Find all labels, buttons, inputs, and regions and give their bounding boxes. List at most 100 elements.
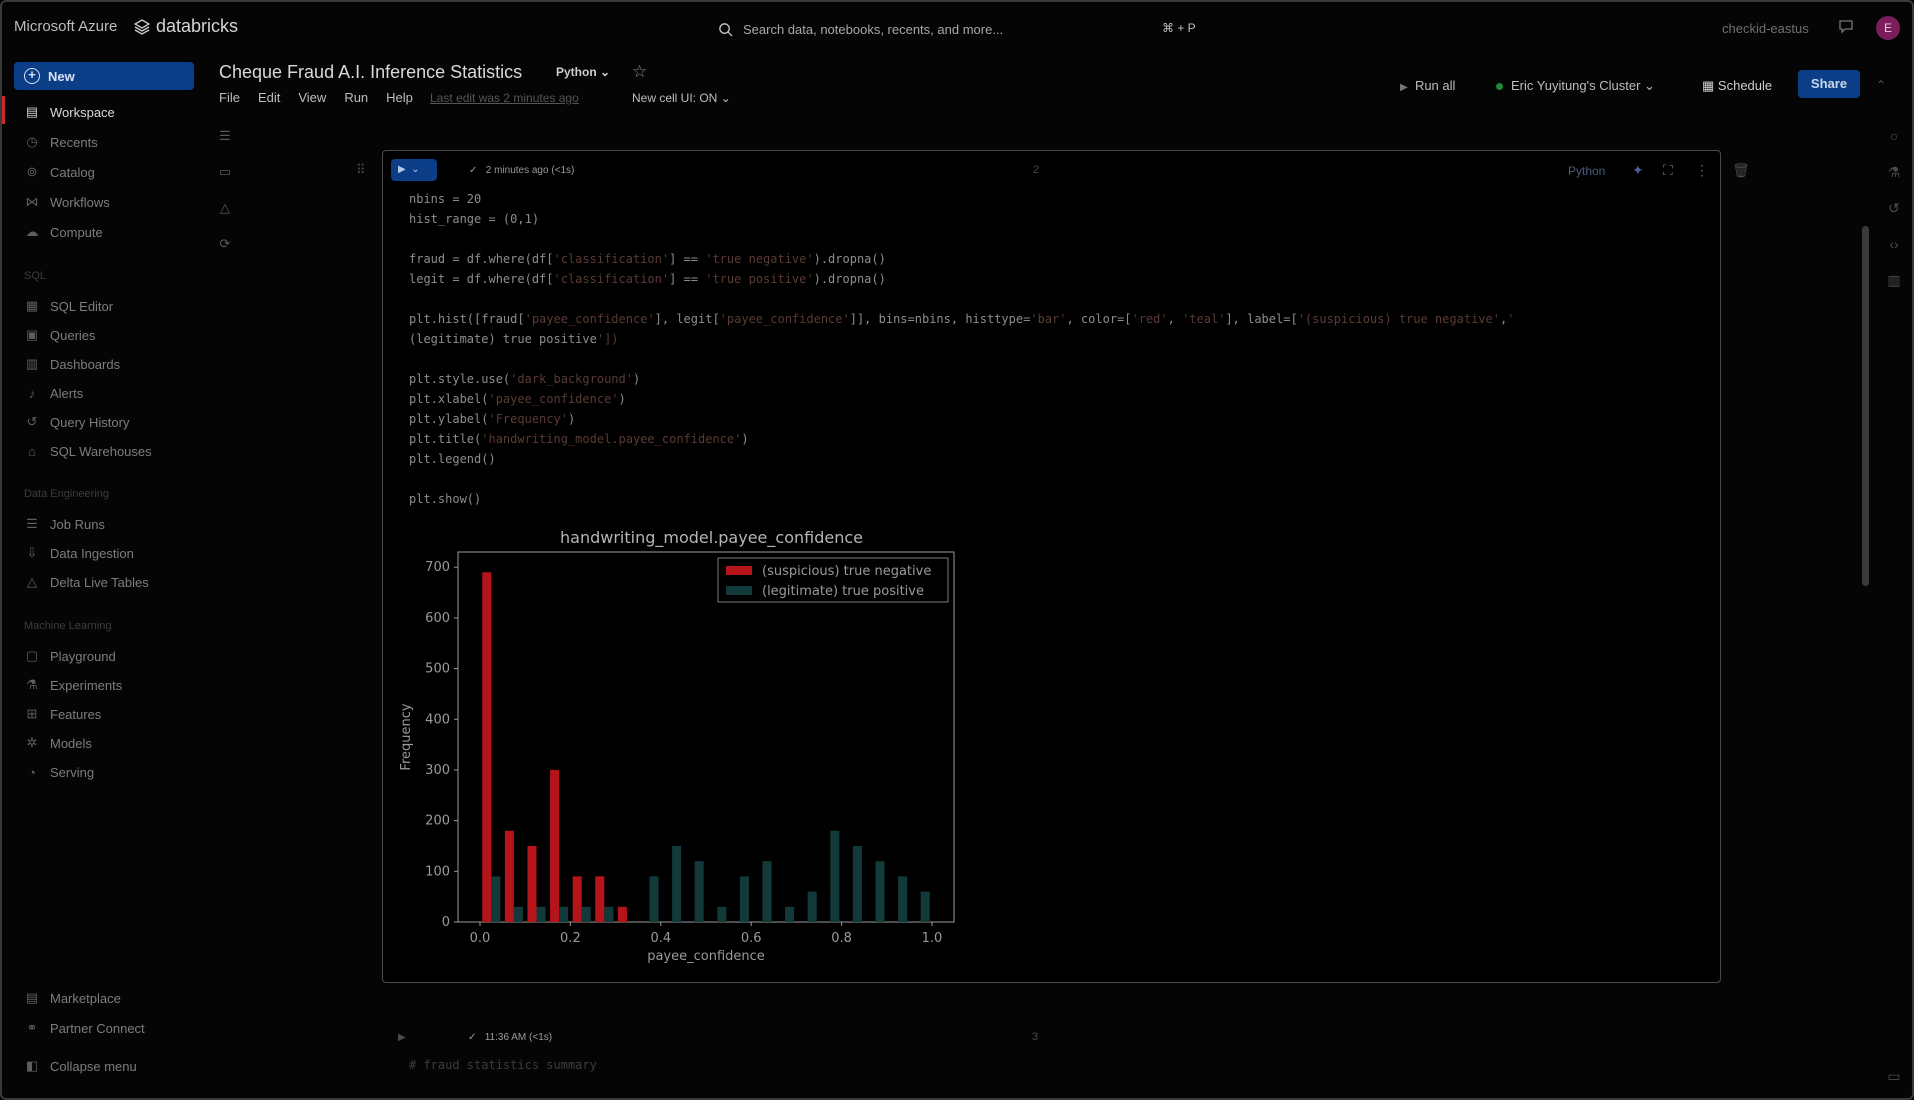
sidebar-item-models[interactable]: ✲Models — [24, 731, 92, 755]
sidebar-item-workflows[interactable]: ⋈Workflows — [24, 190, 110, 214]
code-line: plt.style.use('dark_background') — [409, 369, 1514, 389]
sidebar-item-experiments[interactable]: ⚗Experiments — [24, 673, 122, 697]
shapes-icon[interactable]: △ — [216, 200, 234, 218]
code-line — [409, 229, 1514, 249]
star-icon[interactable]: ☆ — [632, 62, 647, 82]
menu-view[interactable]: View — [298, 90, 326, 105]
x-tick-label: 0.6 — [741, 931, 762, 946]
sidebar-item-workspace[interactable]: ▤Workspace — [24, 100, 115, 124]
user-avatar[interactable]: E — [1876, 16, 1900, 40]
code-line: plt.ylabel('Frequency') — [409, 409, 1514, 429]
menu-help[interactable]: Help — [386, 90, 413, 105]
share-button[interactable]: Share — [1798, 70, 1860, 98]
panel-toggle-icon[interactable]: ▭ — [1884, 1068, 1904, 1085]
language-selector[interactable]: Python ⌄ — [556, 65, 610, 79]
experiment-icon[interactable]: ⚗ — [1884, 164, 1904, 181]
comments-icon[interactable]: ○ — [1884, 128, 1904, 144]
trash-icon[interactable]: 🗑 — [1732, 162, 1750, 179]
new-button[interactable]: + New — [14, 62, 194, 90]
sidebar-item-job-runs[interactable]: ☰Job Runs — [24, 512, 105, 536]
histogram-bar — [650, 876, 659, 922]
sidebar-item-label: Experiments — [50, 678, 122, 693]
sidebar-item-sql-warehouses[interactable]: ⌂SQL Warehouses — [24, 439, 152, 463]
sidebar-item-queries[interactable]: ▣Queries — [24, 323, 96, 347]
databricks-logo[interactable]: databricks — [134, 16, 238, 37]
collapse-menu-label: Collapse menu — [50, 1059, 137, 1074]
chart-icon[interactable]: ▥ — [1884, 272, 1904, 289]
sidebar-item-marketplace[interactable]: ▤Marketplace — [24, 986, 121, 1010]
folder-icon[interactable]: ▭ — [216, 164, 234, 182]
run-all-button[interactable]: ▶ Run all — [1400, 78, 1455, 93]
cell-language[interactable]: Python — [1568, 164, 1605, 178]
notebook-title[interactable]: Cheque Fraud A.I. Inference Statistics — [219, 62, 522, 83]
help-chat-icon[interactable] — [1836, 18, 1856, 38]
menu-edit[interactable]: Edit — [258, 90, 280, 105]
variables-icon[interactable]: ‹› — [1884, 236, 1904, 252]
expand-icon[interactable]: ⛶ — [1663, 162, 1673, 179]
sparkle-icon[interactable]: ✦ — [1632, 162, 1644, 179]
table-of-contents-icon[interactable]: ☰ — [216, 128, 234, 146]
chevron-up-icon[interactable]: ⌃ — [1876, 78, 1886, 92]
run-cell-3-button[interactable]: ▶ — [398, 1032, 406, 1043]
sidebar-item-compute[interactable]: ☁Compute — [24, 220, 103, 244]
sidebar-item-recents[interactable]: ◷Recents — [24, 130, 98, 154]
sidebar-item-playground[interactable]: ▢Playground — [24, 644, 116, 668]
sidebar-item-sql-editor[interactable]: ▦SQL Editor — [24, 294, 113, 318]
cell-3-code[interactable]: # fraud statistics summary — [409, 1058, 597, 1072]
assistant-icon[interactable]: ⟳ — [216, 236, 234, 254]
sidebar-item-serving[interactable]: ◔Serving — [24, 760, 94, 784]
more-options-icon[interactable]: ⋮ — [1695, 162, 1709, 179]
schedule-label: Schedule — [1718, 78, 1772, 93]
y-tick-label: 600 — [425, 611, 450, 626]
schedule-button[interactable]: ▦ Schedule — [1702, 78, 1772, 94]
histogram-bar — [527, 846, 536, 922]
chevron-down-icon: ⌄ — [721, 91, 731, 105]
sidebar-item-query-history[interactable]: ↺Query History — [24, 410, 129, 434]
new-cell-ui-toggle[interactable]: New cell UI: ON ⌄ — [632, 91, 731, 105]
top-bar: Microsoft Azure databricks Search data, … — [2, 2, 1914, 54]
sidebar-item-label: Marketplace — [50, 991, 121, 1006]
menu-file[interactable]: File — [219, 90, 240, 105]
code-line: nbins = 20 — [409, 189, 1514, 209]
sidebar-item-label: Alerts — [50, 386, 83, 401]
check-icon: ✓ — [469, 165, 477, 176]
x-axis-label: payee_confidence — [647, 949, 765, 964]
histogram-output: handwriting_model.payee_confidence 01002… — [392, 524, 972, 974]
global-search[interactable]: Search data, notebooks, recents, and mor… — [718, 16, 1218, 42]
histogram-bar — [491, 876, 500, 922]
sidebar-item-catalog[interactable]: ⊚Catalog — [24, 160, 95, 184]
workflows-icon: ⋈ — [24, 194, 40, 210]
run-cell-button[interactable]: ▶ ⌄ — [391, 159, 437, 181]
histogram-bar — [604, 907, 613, 922]
code-line: plt.title('handwriting_model.payee_confi… — [409, 429, 1514, 449]
sidebar-item-partner-connect[interactable]: ⚭Partner Connect — [24, 1016, 145, 1040]
workspace-switcher[interactable]: checkid-eastus — [1722, 21, 1809, 36]
sidebar-item-dashboards[interactable]: ▥Dashboards — [24, 352, 120, 376]
cluster-selector[interactable]: Eric Yuyitung's Cluster ⌄ — [1496, 78, 1655, 94]
histogram-bar — [482, 572, 491, 922]
chart-title: handwriting_model.payee_confidence — [560, 528, 863, 547]
code-line: (legitimate) true positive']) — [409, 329, 1514, 349]
collapse-menu-button[interactable]: ◧Collapse menu — [24, 1054, 137, 1078]
sidebar-item-alerts[interactable]: ♪Alerts — [24, 381, 83, 405]
cluster-label: Eric Yuyitung's Cluster — [1511, 78, 1640, 93]
histogram-bar — [808, 892, 817, 922]
calendar-icon: ▦ — [1702, 78, 1714, 93]
sidebar-item-label: Models — [50, 736, 92, 751]
dashboards-icon: ▥ — [24, 356, 40, 372]
sidebar-item-features[interactable]: ⊞Features — [24, 702, 101, 726]
databricks-logo-icon — [134, 19, 150, 35]
code-editor[interactable]: nbins = 20hist_range = (0,1) fraud = df.… — [409, 189, 1514, 509]
menu-run[interactable]: Run — [344, 90, 368, 105]
histogram-bar — [573, 876, 582, 922]
drag-handle-icon[interactable]: ⠿ — [356, 162, 366, 178]
sidebar-item-data-ingestion[interactable]: ⇩Data Ingestion — [24, 541, 134, 565]
last-edit-link[interactable]: Last edit was 2 minutes ago — [430, 91, 579, 105]
cloud-icon: ☁ — [24, 224, 40, 240]
vertical-scrollbar[interactable] — [1862, 226, 1869, 586]
sidebar-item-label: Query History — [50, 415, 129, 430]
sidebar-item-delta-live-tables[interactable]: △Delta Live Tables — [24, 570, 149, 594]
features-icon: ⊞ — [24, 706, 40, 722]
history-icon[interactable]: ↺ — [1884, 200, 1904, 217]
code-line — [409, 289, 1514, 309]
